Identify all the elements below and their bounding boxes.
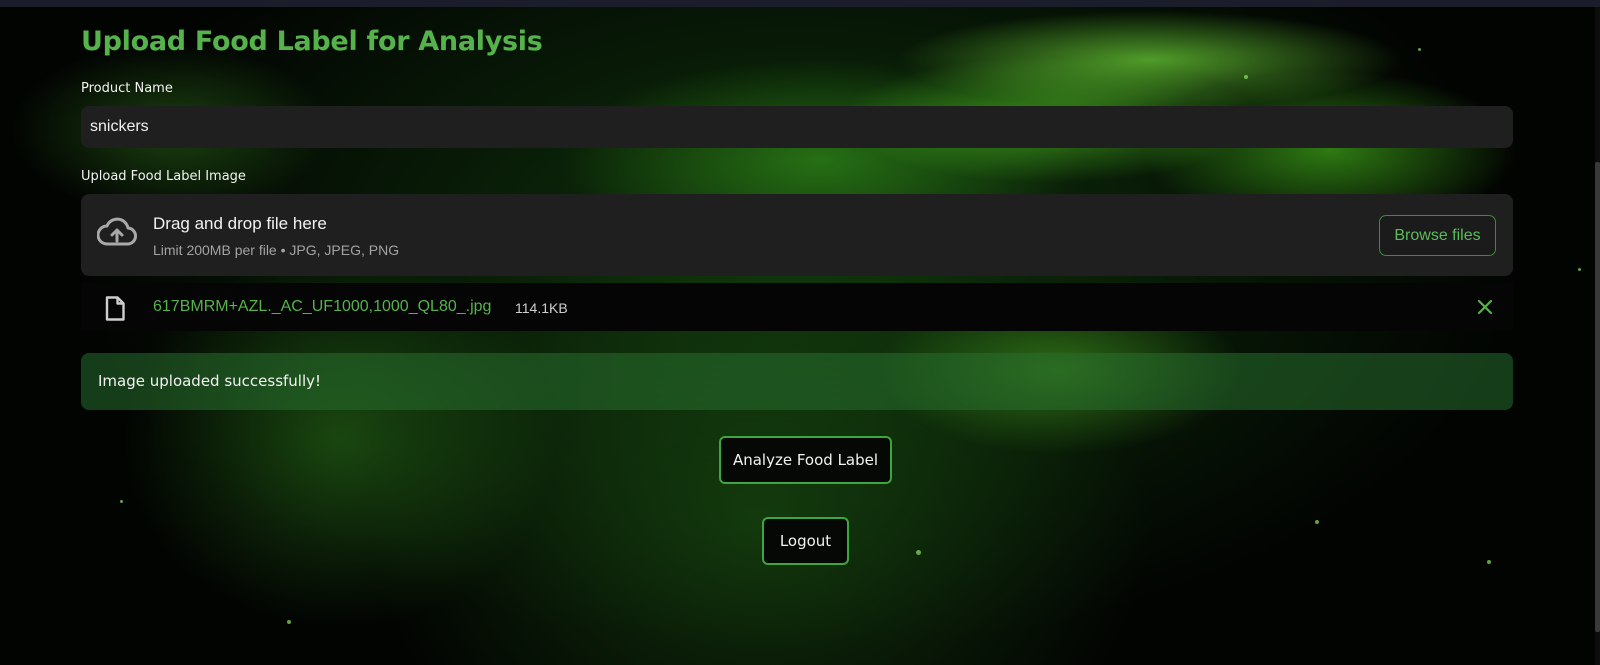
background-particle xyxy=(916,550,921,555)
file-dropzone[interactable]: Drag and drop file here Limit 200MB per … xyxy=(81,194,1513,276)
close-icon[interactable] xyxy=(1475,297,1495,317)
success-alert-text: Image uploaded successfully! xyxy=(98,372,322,390)
background-particle xyxy=(120,500,123,503)
uploaded-file-row: 617BMRM+AZL._AC_UF1000,1000_QL80_.jpg 11… xyxy=(81,283,1513,331)
background-particle xyxy=(1578,268,1581,271)
uploaded-file-name: 617BMRM+AZL._AC_UF1000,1000_QL80_.jpg xyxy=(153,298,492,315)
product-name-input[interactable] xyxy=(81,106,1513,148)
dropzone-subtitle: Limit 200MB per file • JPG, JPEG, PNG xyxy=(153,242,400,258)
background-particle xyxy=(1418,48,1421,51)
uploaded-file-size: 114.1KB xyxy=(515,300,568,316)
file-icon xyxy=(105,296,125,321)
dropzone-title: Drag and drop file here xyxy=(153,214,327,233)
background-particle xyxy=(1244,75,1248,79)
cloud-upload-icon xyxy=(97,217,137,246)
background-particle xyxy=(1315,520,1319,524)
success-alert: Image uploaded successfully! xyxy=(81,353,1513,410)
app-page: Upload Food Label for Analysis Product N… xyxy=(0,0,1600,665)
background-particle xyxy=(1487,560,1491,564)
browse-files-button[interactable]: Browse files xyxy=(1379,215,1496,256)
background-particle xyxy=(287,620,291,624)
upload-label: Upload Food Label Image xyxy=(81,169,246,184)
top-bar xyxy=(0,0,1600,7)
product-name-label: Product Name xyxy=(81,81,173,96)
analyze-food-label-button[interactable]: Analyze Food Label xyxy=(719,436,892,484)
scrollbar-thumb[interactable] xyxy=(1595,162,1600,632)
logout-button[interactable]: Logout xyxy=(762,517,849,565)
page-title: Upload Food Label for Analysis xyxy=(81,26,543,57)
scrollbar-track[interactable] xyxy=(1595,7,1600,665)
